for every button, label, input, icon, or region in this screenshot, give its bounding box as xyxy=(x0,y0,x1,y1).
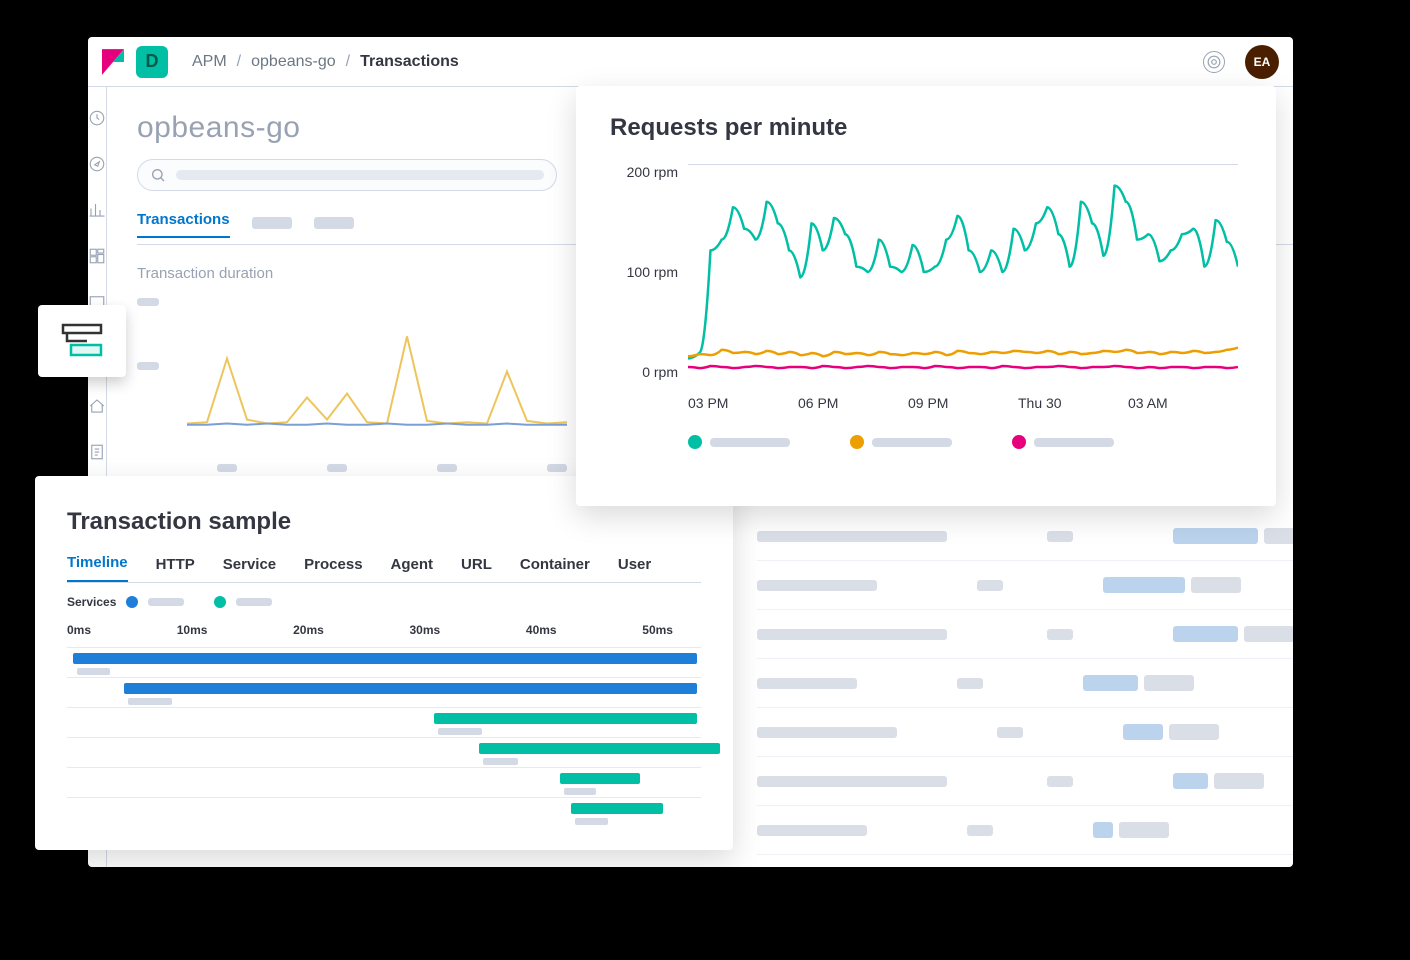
rpm-line-chart xyxy=(688,164,1238,380)
breadcrumb-app[interactable]: APM xyxy=(192,53,227,71)
service-dot-blue xyxy=(126,596,138,608)
rpm-x-axis: 03 PM 06 PM 09 PM Thu 30 03 AM xyxy=(688,395,1242,411)
help-icon[interactable] xyxy=(1203,51,1225,73)
legend-dot-series3 xyxy=(1012,435,1026,449)
table-row[interactable] xyxy=(757,757,1293,806)
scale-tick: 20ms xyxy=(293,623,324,637)
requests-per-minute-panel: Requests per minute 200 rpm 100 rpm 0 rp… xyxy=(576,86,1276,506)
avatar-initials: EA xyxy=(1254,55,1271,69)
transactions-table xyxy=(757,512,1293,855)
tab-process[interactable]: Process xyxy=(304,556,362,582)
kibana-logo-icon xyxy=(102,49,124,75)
recent-icon[interactable] xyxy=(88,109,106,127)
breadcrumb: APM / opbeans-go / Transactions xyxy=(192,53,459,71)
discover-icon[interactable] xyxy=(88,155,106,173)
search-input[interactable] xyxy=(137,159,557,191)
xtick: Thu 30 xyxy=(1018,395,1128,411)
apm-nav-callout[interactable] xyxy=(38,305,126,377)
duration-sparkline xyxy=(187,290,567,440)
table-row[interactable] xyxy=(757,806,1293,855)
tab-agent[interactable]: Agent xyxy=(391,556,434,582)
rpm-title: Requests per minute xyxy=(610,114,1242,142)
xtick: 09 PM xyxy=(908,395,1018,411)
scale-tick: 30ms xyxy=(410,623,441,637)
legend-ghost xyxy=(1034,438,1114,447)
timeline-span[interactable] xyxy=(67,677,701,707)
tab-user[interactable]: User xyxy=(618,556,651,582)
timeline-span[interactable] xyxy=(67,737,701,767)
space-letter: D xyxy=(146,51,159,72)
apm-traces-icon xyxy=(61,323,103,359)
transaction-sample-panel: Transaction sample Timeline HTTP Service… xyxy=(35,476,733,850)
services-legend: Services xyxy=(67,595,701,609)
scale-tick: 0ms xyxy=(67,623,91,637)
table-row[interactable] xyxy=(757,512,1293,561)
tab-transactions[interactable]: Transactions xyxy=(137,211,230,238)
search-icon xyxy=(150,167,166,183)
scale-tick: 10ms xyxy=(177,623,208,637)
table-row[interactable] xyxy=(757,561,1293,610)
topbar: D APM / opbeans-go / Transactions EA xyxy=(88,37,1293,87)
tab-ghost[interactable] xyxy=(252,217,292,229)
tab-ghost[interactable] xyxy=(314,217,354,229)
service-dot-teal xyxy=(214,596,226,608)
ytick: 0 rpm xyxy=(610,364,678,380)
scale-tick: 40ms xyxy=(526,623,557,637)
infra-icon[interactable] xyxy=(88,397,106,415)
logs-icon[interactable] xyxy=(88,443,106,461)
breadcrumb-service[interactable]: opbeans-go xyxy=(251,53,336,71)
tab-container[interactable]: Container xyxy=(520,556,590,582)
legend-ghost xyxy=(710,438,790,447)
legend-ghost xyxy=(236,598,272,606)
breadcrumb-sep: / xyxy=(346,53,350,71)
legend-ghost xyxy=(148,598,184,606)
xtick: 03 PM xyxy=(688,395,798,411)
xtick: 06 PM xyxy=(798,395,908,411)
timeline-span[interactable] xyxy=(67,647,701,677)
legend-ghost xyxy=(872,438,952,447)
table-row[interactable] xyxy=(757,708,1293,757)
breadcrumb-sep: / xyxy=(237,53,241,71)
xtick: 03 AM xyxy=(1128,395,1238,411)
tab-timeline[interactable]: Timeline xyxy=(67,554,128,582)
scale-tick: 50ms xyxy=(642,623,673,637)
tab-url[interactable]: URL xyxy=(461,556,492,582)
dashboard-icon[interactable] xyxy=(88,247,106,265)
timeline-rows xyxy=(67,647,701,827)
table-row[interactable] xyxy=(757,659,1293,708)
legend-dot-series2 xyxy=(850,435,864,449)
ytick: 200 rpm xyxy=(610,164,678,180)
ytick: 100 rpm xyxy=(610,264,678,280)
visualize-icon[interactable] xyxy=(88,201,106,219)
services-label: Services xyxy=(67,595,116,609)
timeline-span[interactable] xyxy=(67,767,701,797)
search-placeholder-ghost xyxy=(176,170,544,180)
breadcrumb-current: Transactions xyxy=(360,53,459,71)
timeline-scale: 0ms 10ms 20ms 30ms 40ms 50ms xyxy=(67,623,701,637)
rpm-y-axis: 200 rpm 100 rpm 0 rpm xyxy=(610,164,688,380)
rpm-legend xyxy=(688,435,1242,449)
table-row[interactable] xyxy=(757,610,1293,659)
space-switcher-button[interactable]: D xyxy=(136,46,168,78)
tab-service[interactable]: Service xyxy=(223,556,276,582)
user-avatar[interactable]: EA xyxy=(1245,45,1279,79)
tx-tabs: Timeline HTTP Service Process Agent URL … xyxy=(67,554,701,582)
timeline-span[interactable] xyxy=(67,707,701,737)
legend-dot-series1 xyxy=(688,435,702,449)
tx-sample-title: Transaction sample xyxy=(67,508,701,536)
tab-http[interactable]: HTTP xyxy=(156,556,195,582)
timeline-span[interactable] xyxy=(67,797,701,827)
